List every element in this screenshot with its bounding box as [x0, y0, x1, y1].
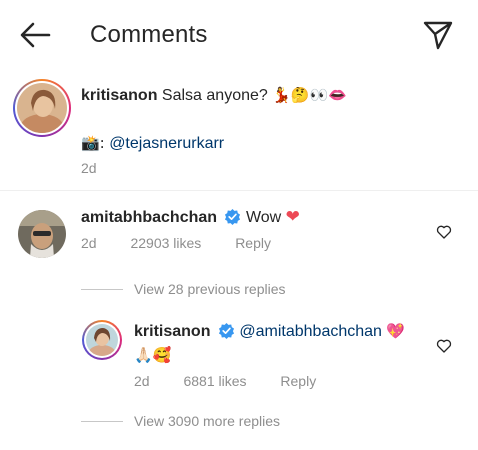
- red-heart-emoji: ❤: [285, 207, 300, 226]
- header-bar: Comments: [0, 0, 478, 70]
- comment-meta: 2d 22903 likes Reply: [81, 235, 301, 251]
- reply-username[interactable]: kritisanon: [134, 323, 210, 340]
- reply-text: kritisanon @amitabhbachchan 💖: [134, 322, 405, 341]
- sparkling-heart-emoji: 💖: [386, 322, 406, 340]
- send-button[interactable]: [421, 18, 455, 52]
- caption-emojis: 💃🤔👀👄: [272, 86, 347, 104]
- reply-meta: 2d 6881 likes Reply: [134, 373, 346, 389]
- avatar-photo: [86, 324, 118, 356]
- post-caption: kritisanon Salsa anyone? 💃🤔👀👄: [81, 86, 347, 105]
- post-username[interactable]: kritisanon: [81, 87, 157, 104]
- comment-likes-count[interactable]: 22903 likes: [130, 235, 201, 251]
- divider: [0, 190, 478, 191]
- avatar-photo: [18, 210, 66, 258]
- comment-timestamp: 2d: [81, 235, 97, 251]
- comment-like-button[interactable]: [436, 224, 452, 240]
- back-button[interactable]: [18, 20, 52, 50]
- credit-mention-link[interactable]: @tejasnerurkarr: [109, 135, 224, 152]
- comment-username[interactable]: amitabhbachchan: [81, 209, 217, 226]
- arrow-left-icon: [20, 22, 51, 48]
- photo-credit: 📸: @tejasnerurkarr: [81, 134, 224, 153]
- post-timestamp: 2d: [81, 160, 97, 176]
- commenter-avatar[interactable]: [18, 210, 66, 258]
- credit-prefix: 📸:: [81, 134, 105, 152]
- reply-like-button[interactable]: [436, 338, 452, 354]
- caption-text: Salsa anyone?: [161, 87, 268, 104]
- verified-badge-icon: [225, 208, 241, 225]
- paper-plane-icon: [423, 21, 453, 50]
- reply-mention-link[interactable]: @amitabhbachchan: [239, 323, 382, 340]
- comment-text: amitabhbachchan Wow ❤: [81, 207, 300, 227]
- reply-author-avatar[interactable]: [82, 320, 122, 360]
- heart-outline-icon: [436, 225, 452, 239]
- post-author-avatar[interactable]: [13, 79, 71, 137]
- heart-outline-icon: [436, 339, 452, 353]
- reply-timestamp: 2d: [134, 373, 150, 389]
- view-replies-line: [81, 289, 123, 290]
- verified-badge-icon: [218, 322, 234, 339]
- page-title: Comments: [90, 21, 208, 48]
- view-more-replies-button[interactable]: View 3090 more replies: [134, 413, 280, 429]
- reply-likes-count[interactable]: 6881 likes: [183, 373, 246, 389]
- avatar-photo: [17, 83, 67, 133]
- comment-body: Wow: [245, 209, 282, 226]
- reply-reply-button[interactable]: Reply: [280, 373, 316, 389]
- comment-reply-button[interactable]: Reply: [235, 235, 271, 251]
- view-replies-line: [81, 421, 123, 422]
- view-previous-replies-button[interactable]: View 28 previous replies: [134, 281, 286, 297]
- reply-emoji-line: 🙏🏻🥰: [134, 346, 172, 364]
